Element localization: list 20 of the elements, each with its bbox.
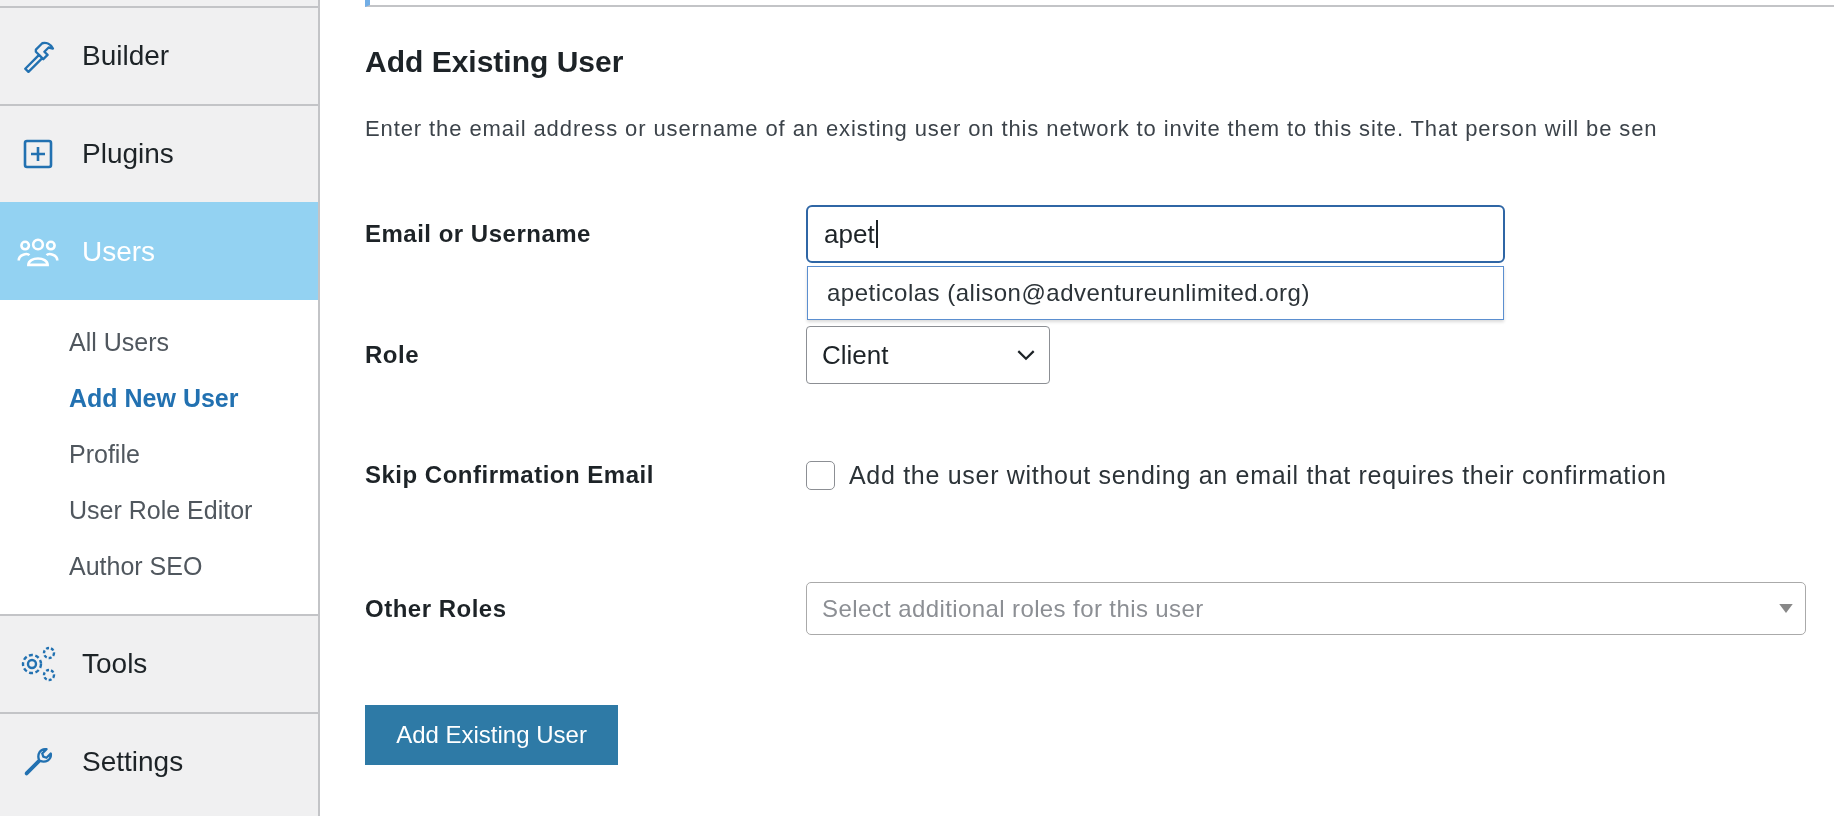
description-text: Enter the email address or username of an existing user on this network to invite them to this site. That person will be sen <box>365 117 1659 141</box>
field-label: Skip Confirmation Email <box>365 461 655 489</box>
autocomplete-suggestion[interactable]: apeticolas (alison@adventureunlimited.org) <box>807 266 1504 320</box>
submenu-link[interactable]: Author SEO <box>69 538 318 594</box>
checkbox-label: Add the user without sending an email that requires their confirmation <box>849 460 1667 490</box>
add-existing-user-button[interactable]: Add Existing User <box>365 705 618 765</box>
role-select[interactable]: Client <box>806 326 1050 384</box>
section-title: Add Existing User <box>365 45 625 79</box>
checkbox[interactable] <box>806 460 835 490</box>
field-label: Other Roles <box>365 594 508 623</box>
users-icon <box>16 237 60 267</box>
submenu-link[interactable]: User Role Editor <box>69 482 318 538</box>
email-username-field[interactable]: apet <box>806 205 1505 263</box>
dropdown-arrow-icon <box>1779 604 1793 613</box>
submenu-link[interactable]: Add New User <box>69 370 318 426</box>
field-label: Email or Username <box>365 220 592 248</box>
submenu-link[interactable]: Profile <box>69 426 318 482</box>
submenu-link[interactable]: All Users <box>69 314 318 370</box>
field-label: Role <box>365 341 420 369</box>
chevron-down-icon <box>1017 349 1035 361</box>
